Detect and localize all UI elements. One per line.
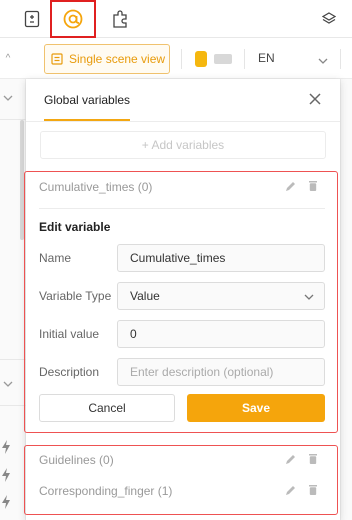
- chevron-down-icon: [304, 291, 314, 305]
- lightning-icon[interactable]: [0, 495, 12, 511]
- name-row: Name Cumulative_times: [39, 244, 325, 272]
- description-row: Description Enter description (optional): [39, 358, 325, 386]
- variable-item[interactable]: Guidelines (0): [39, 453, 114, 467]
- delete-icon[interactable]: [307, 452, 319, 470]
- add-variables-button[interactable]: + Add variables: [40, 131, 326, 159]
- variable-actions: [285, 483, 319, 501]
- variables-icon[interactable]: [50, 0, 96, 38]
- lightning-icon[interactable]: [0, 468, 12, 484]
- initial-value-label: Initial value: [39, 327, 100, 341]
- type-label: Variable Type: [39, 289, 112, 303]
- color-swatch-yellow[interactable]: [195, 51, 207, 67]
- divider: [26, 121, 340, 122]
- right-sidebar: [340, 79, 352, 520]
- divider: [244, 49, 245, 69]
- scene-view-label: Single scene view: [69, 52, 166, 66]
- scene-icon: [51, 53, 63, 65]
- variable-title[interactable]: Cumulative_times (0): [39, 180, 152, 194]
- delete-icon[interactable]: [307, 483, 319, 501]
- variable-type-select[interactable]: Value: [117, 282, 325, 310]
- divider: [181, 49, 182, 69]
- edit-icon[interactable]: [285, 452, 297, 470]
- edit-icon[interactable]: [285, 179, 297, 197]
- insert-icon[interactable]: [17, 4, 47, 34]
- single-scene-view-button[interactable]: Single scene view: [44, 44, 170, 74]
- lightning-icon[interactable]: [0, 440, 12, 456]
- variable-card: Cumulative_times (0) Edit variable Name …: [24, 171, 338, 433]
- name-label: Name: [39, 251, 72, 265]
- divider: [39, 208, 325, 209]
- chevron-down-icon[interactable]: [0, 379, 16, 392]
- color-swatch-gray[interactable]: [214, 54, 232, 64]
- chevron-up-icon[interactable]: ^: [0, 53, 16, 64]
- close-icon[interactable]: [308, 92, 324, 108]
- edit-variable-heading: Edit variable: [39, 220, 111, 234]
- initial-value-input[interactable]: 0: [117, 320, 325, 348]
- type-value: Value: [130, 289, 160, 303]
- save-button[interactable]: Save: [187, 394, 325, 422]
- initial-value-row: Initial value 0: [39, 320, 325, 348]
- description-label: Description: [39, 365, 100, 379]
- scene-bar: ^ Single scene view EN: [0, 39, 352, 79]
- variable-list: Guidelines (0) Corresponding_finger (1): [24, 445, 338, 515]
- type-row: Variable Type Value: [39, 282, 325, 310]
- name-input[interactable]: Cumulative_times: [117, 244, 325, 272]
- divider: [0, 359, 26, 360]
- variable-item[interactable]: Corresponding_finger (1): [39, 484, 172, 498]
- global-variables-panel: Global variables + Add variables Cumulat…: [24, 79, 340, 520]
- edit-icon[interactable]: [285, 483, 297, 501]
- cancel-button[interactable]: Cancel: [39, 394, 175, 422]
- chevron-down-icon[interactable]: [0, 93, 16, 106]
- divider: [0, 405, 26, 406]
- variable-actions: [285, 452, 319, 470]
- description-input[interactable]: Enter description (optional): [117, 358, 325, 386]
- layers-icon[interactable]: [314, 4, 344, 34]
- variable-actions: [285, 179, 319, 197]
- top-toolbar: [0, 0, 352, 38]
- delete-icon[interactable]: [307, 179, 319, 197]
- panel-title: Global variables: [44, 93, 131, 107]
- plugin-icon[interactable]: [106, 4, 136, 34]
- divider: [340, 49, 341, 69]
- chevron-down-icon[interactable]: [318, 53, 328, 71]
- language-select[interactable]: EN: [258, 51, 275, 65]
